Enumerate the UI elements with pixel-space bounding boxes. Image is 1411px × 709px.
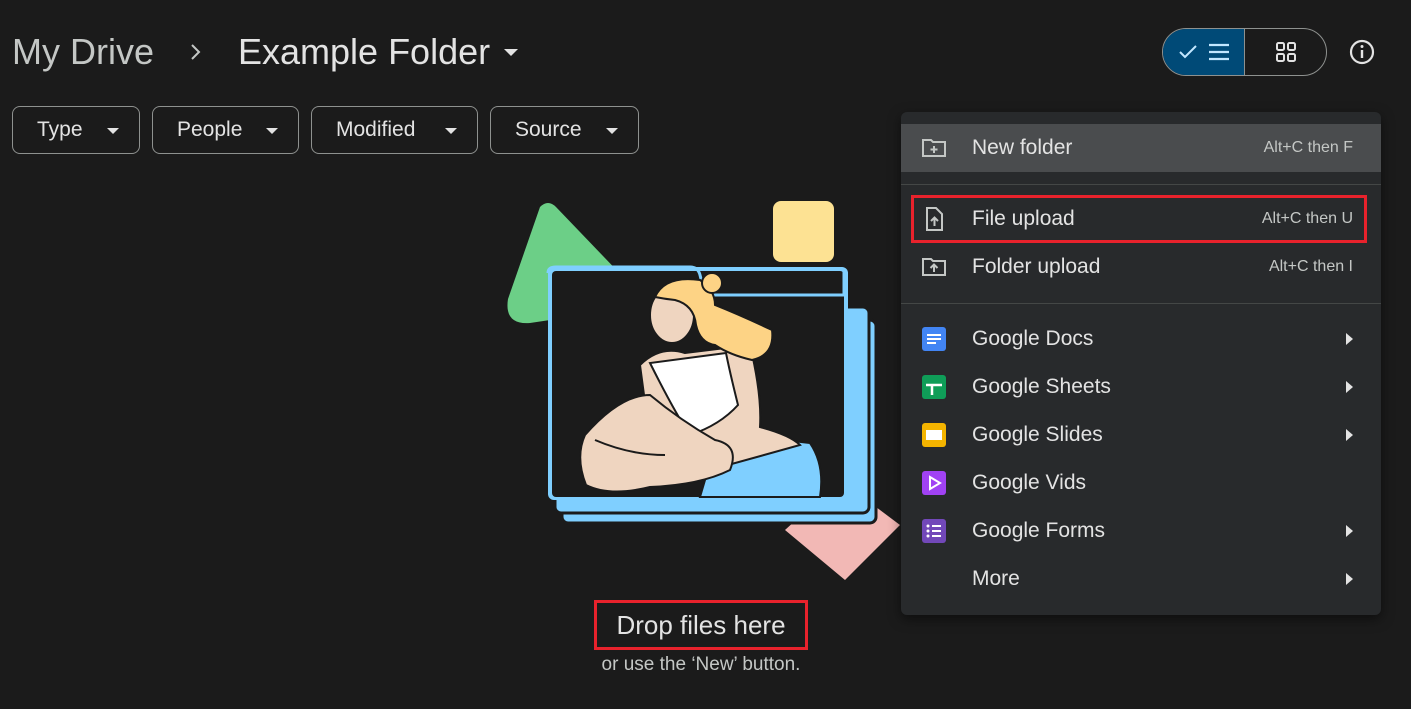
google-forms-icon [922, 519, 946, 543]
empty-folder-illustration [507, 201, 900, 580]
filter-type-chip[interactable]: Type [12, 106, 140, 154]
menu-item-label: Google Sheets [972, 375, 1111, 398]
grid-view-button[interactable] [1245, 29, 1326, 75]
menu-item-label: Google Vids [972, 471, 1087, 494]
new-folder-icon [922, 139, 946, 157]
new-menu: New folder Alt+C then F File upload Alt+… [901, 112, 1381, 615]
menu-item-label: New folder [972, 136, 1073, 159]
drop-files-subtitle: or use the ‘New’ button. [601, 654, 801, 675]
folder-upload-icon [922, 258, 946, 276]
menu-item-google-vids[interactable]: Google Vids [901, 459, 1381, 507]
menu-item-more[interactable]: More [901, 555, 1381, 603]
google-vids-icon [922, 471, 946, 495]
google-sheets-icon [922, 375, 946, 399]
chevron-right-icon [1346, 573, 1353, 585]
caret-down-icon [606, 128, 618, 134]
view-toggle [1162, 28, 1327, 76]
header: My Drive Example Folder [0, 0, 1411, 100]
chevron-right-icon [186, 34, 206, 70]
breadcrumb-current-folder[interactable]: Example Folder [238, 30, 519, 74]
menu-item-label: Folder upload [972, 255, 1101, 278]
menu-item-label: Google Docs [972, 327, 1094, 350]
list-view-button[interactable] [1163, 29, 1245, 75]
menu-divider [901, 184, 1381, 185]
menu-divider [901, 303, 1381, 304]
caret-down-icon [266, 128, 278, 134]
menu-item-google-docs[interactable]: Google Docs [901, 315, 1381, 363]
chevron-right-icon [1346, 333, 1353, 345]
menu-item-google-slides[interactable]: Google Slides [901, 411, 1381, 459]
filter-people-label: People [177, 118, 243, 141]
menu-item-google-forms[interactable]: Google Forms [901, 507, 1381, 555]
list-icon [1208, 43, 1229, 61]
drop-files-title: Drop files here [594, 600, 808, 650]
chevron-right-icon [1346, 429, 1353, 441]
menu-item-label: More [972, 567, 1020, 590]
caret-down-icon [107, 128, 119, 134]
filter-modified-label: Modified [336, 118, 416, 141]
filter-type-label: Type [37, 118, 83, 141]
file-upload-highlight [911, 195, 1367, 243]
menu-item-shortcut: Alt+C then I [1268, 258, 1353, 275]
google-docs-icon [922, 327, 946, 351]
caret-down-icon [445, 128, 457, 134]
filter-people-chip[interactable]: People [152, 106, 299, 154]
chevron-right-icon [1346, 525, 1353, 537]
menu-item-folder-upload[interactable]: Folder upload Alt+C then I [901, 243, 1381, 291]
current-folder-label: Example Folder [238, 31, 491, 72]
filter-source-chip[interactable]: Source [490, 106, 639, 154]
menu-item-label: Google Forms [972, 519, 1106, 542]
chevron-right-icon [1346, 381, 1353, 393]
breadcrumb-my-drive[interactable]: My Drive [12, 30, 154, 74]
google-slides-icon [922, 423, 946, 447]
menu-item-shortcut: Alt+C then F [1263, 139, 1353, 156]
menu-item-label: Google Slides [972, 423, 1103, 446]
menu-item-new-folder[interactable]: New folder Alt+C then F [901, 124, 1381, 172]
grid-icon [1275, 42, 1296, 62]
caret-down-icon [504, 48, 519, 56]
filter-source-label: Source [515, 118, 582, 141]
info-icon[interactable] [1348, 38, 1376, 66]
filter-modified-chip[interactable]: Modified [311, 106, 478, 154]
menu-item-google-sheets[interactable]: Google Sheets [901, 363, 1381, 411]
check-icon [1178, 45, 1197, 59]
